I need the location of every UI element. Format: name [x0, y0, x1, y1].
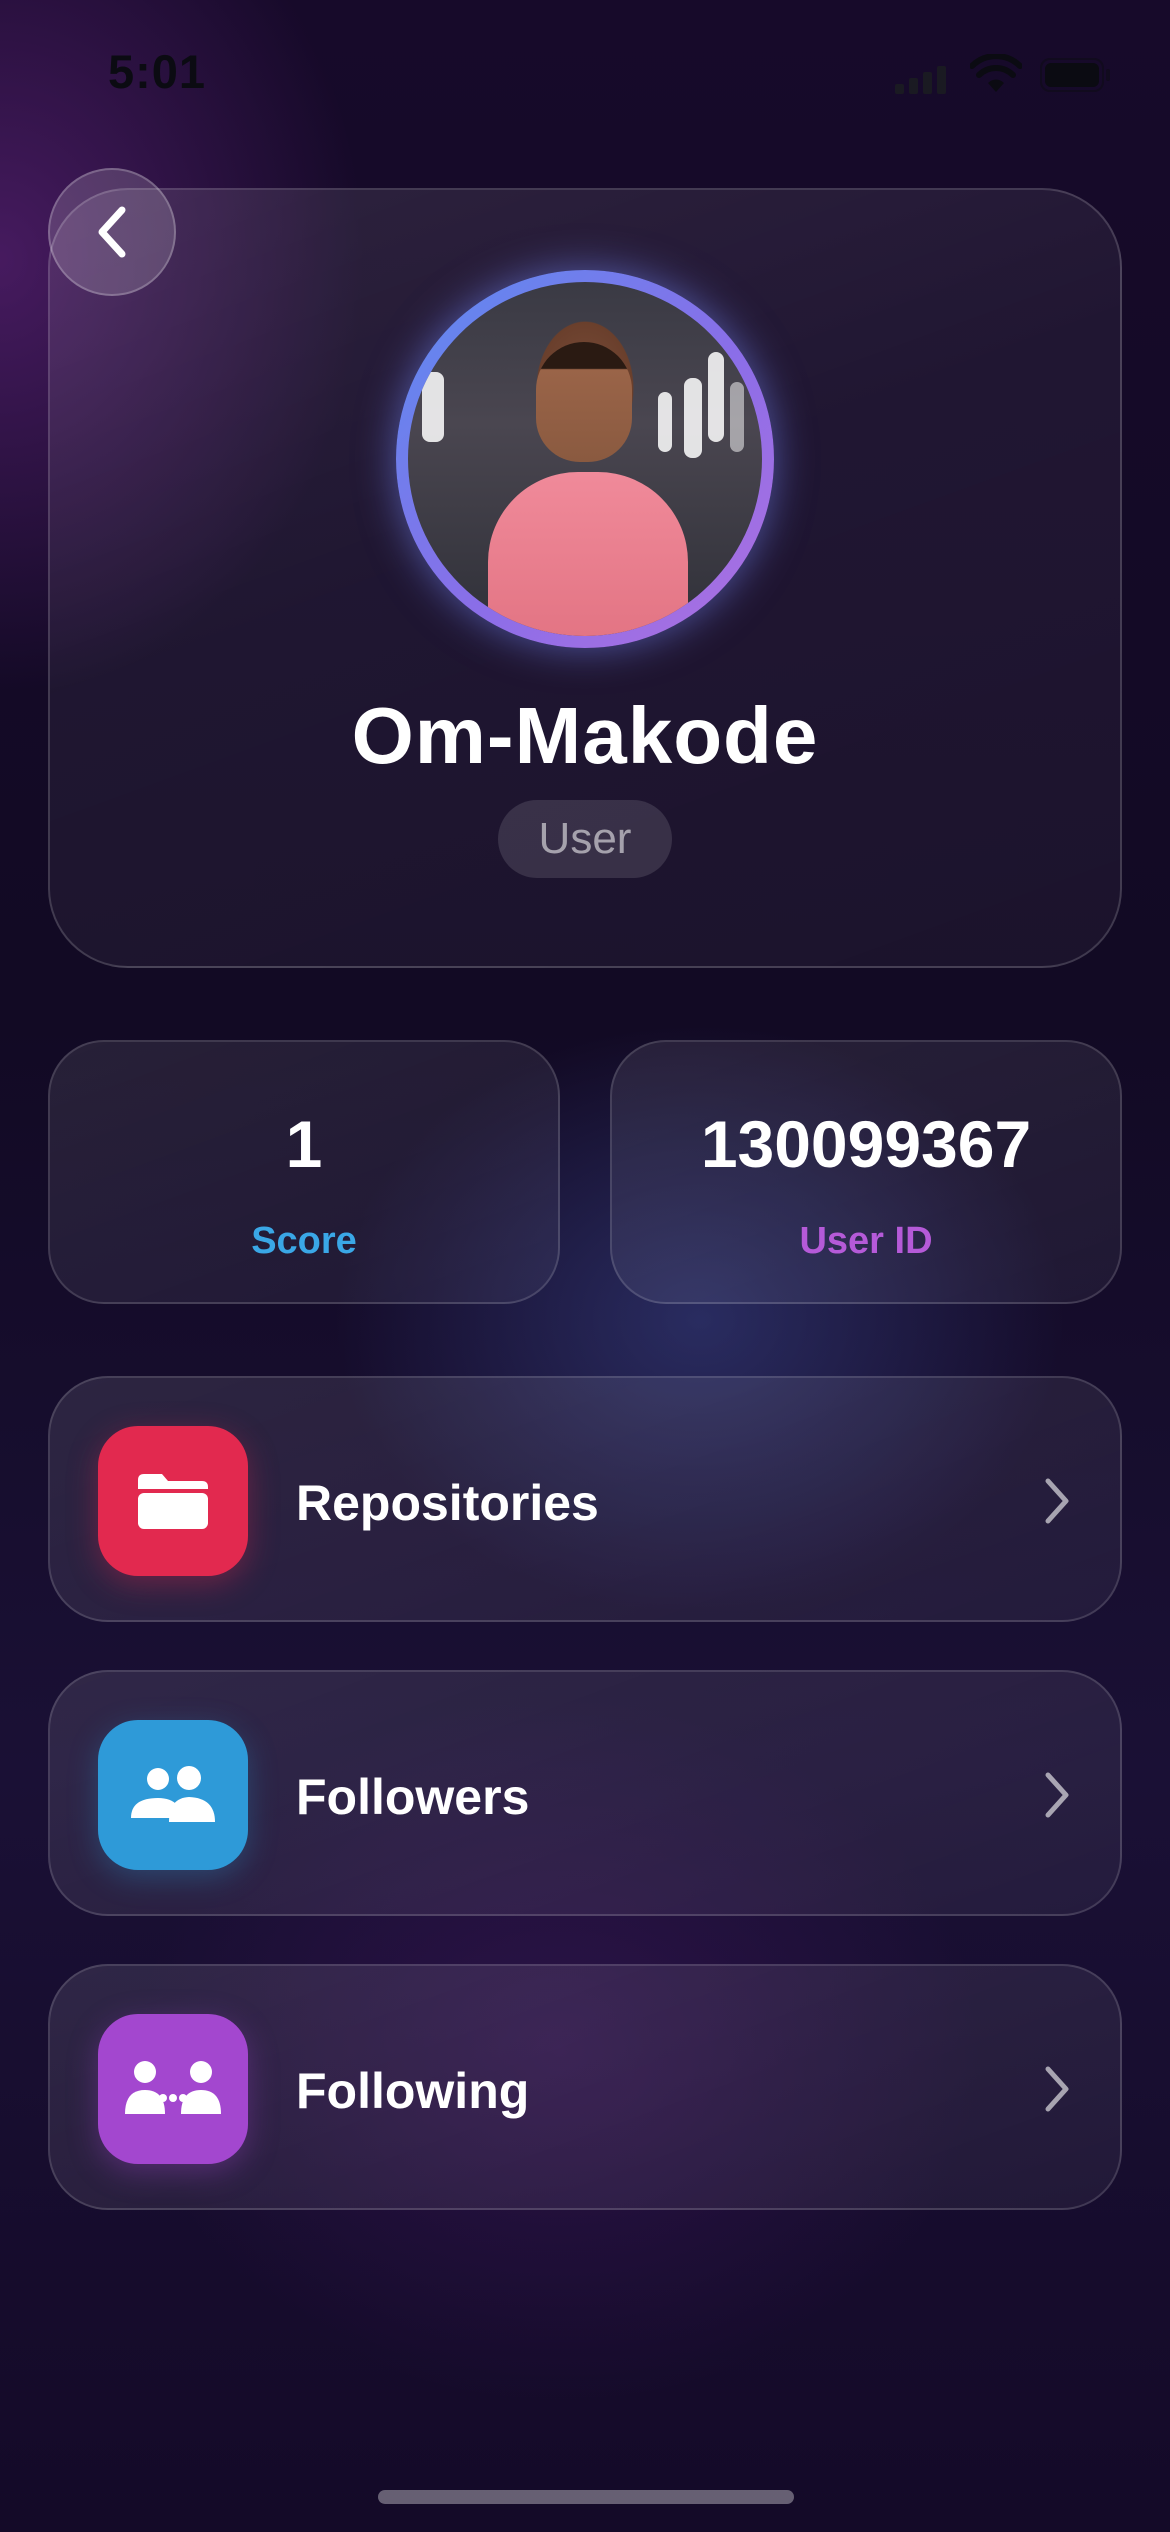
following-icon-tile: [98, 2014, 248, 2164]
folder-icon: [138, 1474, 208, 1529]
followers-label: Followers: [296, 1769, 530, 1825]
following-label: Following: [296, 2063, 530, 2119]
user-id-card: 130099367 User ID: [610, 1040, 1122, 1304]
people-connected-icon: [125, 2061, 221, 2114]
following-row[interactable]: Following: [48, 1964, 1122, 2210]
repositories-icon-tile: [98, 1426, 248, 1576]
status-time: 5:01: [108, 45, 207, 98]
followers-row[interactable]: Followers: [48, 1670, 1122, 1916]
score-card: 1 Score: [48, 1040, 560, 1304]
avatar-ring: [396, 270, 774, 648]
back-button[interactable]: [48, 168, 176, 296]
followers-icon-tile: [98, 1720, 248, 1870]
repositories-label: Repositories: [296, 1475, 599, 1531]
home-indicator[interactable]: [378, 2490, 794, 2504]
chevron-right-icon: [1045, 1772, 1069, 1818]
chevron-left-icon: [98, 206, 126, 258]
signal-icon: [895, 64, 955, 99]
avatar: [408, 282, 762, 636]
score-label: Score: [251, 1220, 357, 1262]
wifi-icon: [969, 53, 1023, 99]
score-value: 1: [285, 1107, 323, 1181]
user-id-label: User ID: [799, 1220, 933, 1262]
user-id-value: 130099367: [700, 1107, 1032, 1181]
chevron-right-icon: [1045, 1478, 1069, 1524]
profile-name: Om-Makode: [351, 691, 819, 780]
repositories-row[interactable]: Repositories: [48, 1376, 1122, 1622]
battery-icon: [1040, 58, 1112, 97]
chevron-right-icon: [1045, 2066, 1069, 2112]
avatar-face: [536, 342, 632, 462]
avatar-shirt: [488, 472, 688, 636]
people-icon: [131, 1766, 215, 1822]
role-badge: User: [498, 800, 672, 878]
status-bar: 5:01: [0, 0, 1170, 140]
